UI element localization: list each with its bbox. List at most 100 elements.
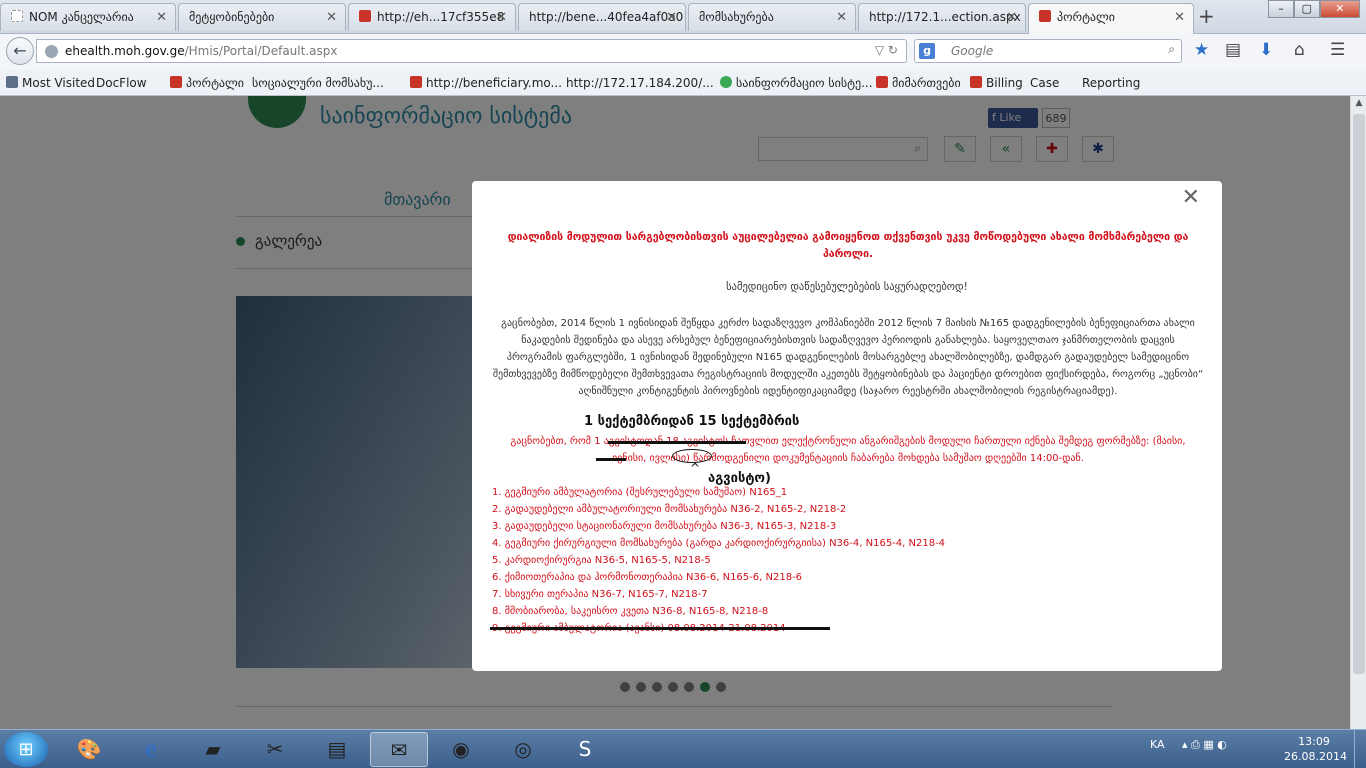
web-page: საინფორმაციო სისტემა f Like 689 ⌕ ✎ « ✚ … [0, 96, 1350, 729]
portal-icon [1039, 10, 1051, 22]
minimize-button[interactable]: – [1268, 0, 1294, 18]
back-button[interactable]: ← [6, 37, 34, 65]
list-item: 8. მშობიარობა, საკეისრო კვეთა N36-8, N16… [492, 606, 769, 617]
show-desktop-button[interactable] [1354, 730, 1366, 768]
bookmark-docflow[interactable]: DocFlow [96, 76, 147, 184]
taskbar: ⊞ 🎨 e ▰ ✂ ▤ ✉ ◉ ◎ S KA ▴ ⎙ ▦ ◐ 13:09 26.0… [0, 729, 1366, 768]
window-close-button[interactable]: ✕ [1319, 0, 1360, 18]
close-icon[interactable]: ✕ [666, 10, 677, 25]
list-item: 4. გეგმიური ქირურგიული მომსახურება (გარდ… [492, 538, 946, 549]
close-icon[interactable]: ✕ [1182, 185, 1200, 210]
bookmark-most-visited[interactable]: Most Visited [6, 76, 95, 90]
portal-icon [876, 76, 888, 88]
tab-label: http://bene...40fea4af0a0 [529, 10, 684, 24]
sticky-notes-app-icon[interactable]: ▰ [184, 732, 242, 767]
maximize-button[interactable]: ▢ [1293, 0, 1320, 18]
list-item: 3. გადაუდებელი სტაციონარული მომსახურება … [492, 521, 837, 532]
list-item: 5. კარდიოქირურგია N36-5, N165-5, N218-5 [492, 555, 711, 566]
bookmark-info-system[interactable]: საინფორმაციო სისტე... [720, 76, 873, 90]
url-path: /Hmis/Portal/Default.aspx [184, 44, 338, 58]
chrome-app-icon[interactable]: ◉ [432, 732, 490, 767]
tab-bar: NOM კანცელარია ✕ მეტყობინებები ✕ http://eh… [0, 0, 1366, 34]
bookmark-label: Reporting [1082, 76, 1141, 90]
search-placeholder: Google [951, 44, 994, 58]
url-bar[interactable]: ehealth.moh.gov.ge/Hmis/Portal/Default.a… [36, 39, 907, 63]
clock[interactable]: 13:09 26.08.2014 [1284, 734, 1347, 764]
bookmark-case[interactable]: Case [1030, 76, 1060, 184]
portal-icon [410, 76, 422, 88]
start-button[interactable]: ⊞ [4, 732, 48, 767]
tab-notifications[interactable]: მეტყობინებები ✕ [178, 3, 346, 31]
snipping-tool-app-icon[interactable]: ✂ [246, 732, 304, 767]
portal-icon [359, 10, 371, 22]
paint-app-icon[interactable]: 🎨 [60, 732, 118, 767]
list-item: 7. სხივური თერაპია N36-7, N165-7, N218-7 [492, 589, 708, 600]
strikethrough-mark [596, 458, 626, 461]
page-scrollbar[interactable]: ▲ [1350, 96, 1366, 729]
list-item: 2. გადაუდებელი ამბულატორიული მომსახურება… [492, 504, 847, 515]
bookmark-portal[interactable]: პორტალი [170, 76, 244, 90]
tab-beneficiary[interactable]: http://bene...40fea4af0a0 ✕ [518, 3, 686, 31]
most-visited-icon [6, 76, 18, 88]
tab-ehealth[interactable]: http://eh...17cf355e8 ✕ [348, 3, 516, 31]
tab-nom[interactable]: NOM კანცელარია ✕ [0, 3, 176, 31]
search-input[interactable]: g Google ⌕ [914, 39, 1182, 63]
close-icon[interactable]: ✕ [1006, 10, 1017, 25]
close-icon[interactable]: ✕ [836, 10, 847, 25]
close-icon[interactable]: ✕ [1174, 10, 1185, 25]
tab-services[interactable]: მომსახურება ✕ [688, 3, 856, 31]
bookmark-reporting[interactable]: Reporting [1082, 76, 1141, 184]
bookmark-label: http://beneficiary.mo... [426, 76, 562, 90]
tab-label: http://eh...17cf355e8 [377, 10, 505, 24]
close-icon[interactable]: ✕ [156, 10, 167, 25]
nav-bar: ← ehealth.moh.gov.ge/Hmis/Portal/Default… [0, 34, 1366, 70]
outlook-app-icon[interactable]: ✉ [370, 732, 428, 767]
clock-date: 26.08.2014 [1284, 750, 1347, 763]
scroll-thumb[interactable] [1353, 114, 1365, 674]
tray-icons[interactable]: ▴ ⎙ ▦ ◐ [1182, 738, 1227, 752]
tab-label: მეტყობინებები [189, 10, 275, 24]
search-icon[interactable]: ⌕ [1168, 42, 1175, 57]
close-icon[interactable]: ✕ [326, 10, 337, 25]
skype-app-icon[interactable]: S [556, 732, 614, 767]
bookmark-label: მიმართვები [892, 76, 961, 90]
portal-icon [970, 76, 982, 88]
windows-logo-icon: ⊞ [18, 739, 34, 760]
ie-app-icon[interactable]: e [122, 732, 180, 767]
bookmark-label: http://172.17.184.200/... [566, 76, 714, 90]
modal-title: დიალიზის მოდულით სარგებლობისთვის აუცილებ… [507, 231, 1189, 260]
home-icon[interactable]: ⌂ [1294, 40, 1305, 60]
bookmark-referrals[interactable]: მიმართვები [876, 76, 961, 90]
modal-paragraph: გაცნობებთ, 2014 წლის 1 ივნისიდან შეწყდა … [492, 318, 1204, 397]
strikethrough-mark [608, 441, 746, 444]
list-item: 6. ქიმიოთერაპია და ჰორმონოთერაპია N36-6,… [492, 572, 803, 583]
language-indicator[interactable]: KA [1150, 738, 1165, 751]
bookmark-172[interactable]: http://172.17.184.200/... [566, 76, 714, 184]
globe-icon [45, 45, 58, 58]
reload-icon[interactable]: ▽ ↻ [875, 43, 898, 57]
insert-caret-mark: ^ [690, 461, 701, 475]
tab-172[interactable]: http://172.1...ection.aspx ✕ [858, 3, 1026, 31]
explorer-app-icon[interactable]: ▤ [308, 732, 366, 767]
new-tab-button[interactable]: + [1198, 4, 1215, 28]
announcement-modal: ✕ დიალიზის მოდულით სარგებლობისთვის აუცილ… [472, 181, 1222, 671]
tab-label: პორტალი [1057, 10, 1116, 24]
clock-time: 13:09 [1298, 735, 1330, 748]
bookmark-star-icon[interactable]: ★ [1194, 40, 1209, 60]
bookmark-social[interactable]: სოციალური მომსახუ... [252, 76, 384, 184]
bookmarks-menu-icon[interactable]: ▤ [1225, 40, 1241, 60]
leaf-icon [720, 76, 732, 88]
firefox-app-icon[interactable]: ◎ [494, 732, 552, 767]
bookmark-label: საინფორმაციო სისტე... [736, 76, 873, 90]
close-icon[interactable]: ✕ [496, 10, 507, 25]
bookmark-billing[interactable]: Billing [970, 76, 1023, 90]
tab-label: http://172.1...ection.aspx [869, 10, 1021, 24]
tab-portal[interactable]: პორტალი ✕ [1028, 3, 1194, 34]
scroll-up-icon[interactable]: ▲ [1353, 98, 1365, 110]
bookmark-label: Billing [986, 76, 1023, 90]
google-icon: g [919, 43, 935, 59]
bookmark-beneficiary[interactable]: http://beneficiary.mo... [410, 76, 562, 90]
downloads-icon[interactable]: ⬇ [1259, 40, 1273, 60]
bookmark-label: Case [1030, 76, 1060, 90]
menu-icon[interactable]: ☰ [1330, 40, 1345, 60]
